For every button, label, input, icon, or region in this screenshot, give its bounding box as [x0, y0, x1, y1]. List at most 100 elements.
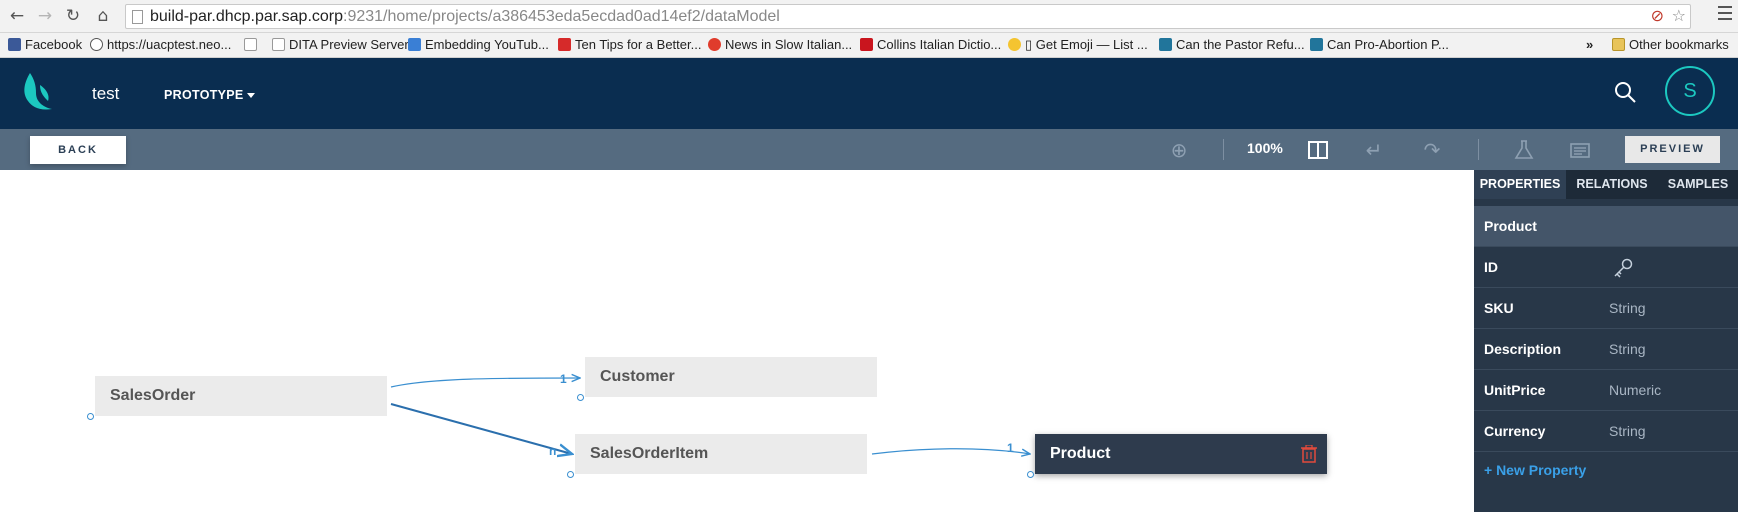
bookmark-label: https://uacptest.neo... [107, 37, 232, 52]
bookmark-item[interactable]: Facebook [8, 36, 82, 54]
flask-icon[interactable] [1512, 138, 1536, 162]
bookmark-item[interactable]: https://uacptest.neo... [90, 36, 231, 54]
property-type: String [1609, 423, 1646, 439]
tab-properties[interactable]: PROPERTIES [1474, 170, 1566, 199]
bookmark-item[interactable]: DITA Preview Server [272, 36, 409, 54]
star-icon[interactable]: ☆ [1672, 6, 1686, 25]
entity-node[interactable]: SalesOrder [95, 376, 387, 416]
data-model-canvas[interactable]: 1 n 1 SalesOrder Customer SalesOrderItem… [0, 170, 1474, 512]
app-logo-icon[interactable] [18, 71, 58, 113]
add-icon[interactable]: ⊕ [1167, 138, 1191, 162]
tab-samples[interactable]: SAMPLES [1658, 170, 1738, 199]
url-host: build-par.dhcp.par.sap.corp [150, 8, 344, 25]
reload-icon[interactable]: ↻ [62, 5, 84, 27]
bookmark-item[interactable]: ▯ Get Emoji — List ... [1008, 36, 1148, 54]
cardinality-label: n [549, 444, 556, 458]
eye-icon [90, 38, 103, 51]
bookmark-item[interactable]: Ten Tips for a Better... [558, 36, 701, 54]
bookmark-item[interactable]: News in Slow Italian... [708, 36, 852, 54]
preview-button[interactable]: PREVIEW [1625, 136, 1720, 163]
property-row[interactable]: Currency String [1474, 411, 1738, 452]
trash-icon[interactable] [1301, 445, 1317, 463]
bookmark-label: Can Pro-Abortion P... [1327, 37, 1449, 52]
toolbar-divider [1478, 139, 1479, 160]
property-name: UnitPrice [1484, 382, 1546, 398]
project-name: test [92, 84, 120, 103]
blocked-content-icon[interactable]: ⊘ [1651, 6, 1664, 25]
bookmark-label: Ten Tips for a Better... [575, 37, 702, 52]
zoom-level[interactable]: 100% [1247, 140, 1283, 156]
wordpress-icon [1310, 38, 1323, 51]
data-icon[interactable] [1568, 138, 1592, 162]
emoji-icon [1008, 38, 1021, 51]
other-bookmarks[interactable]: Other bookmarks [1612, 36, 1729, 54]
property-name: Description [1484, 341, 1562, 357]
url-field[interactable]: build-par.dhcp.par.sap.corp:9231/home/pr… [125, 4, 1691, 29]
cardinality-label: 1 [560, 372, 567, 386]
undo-icon[interactable]: ↵ [1362, 138, 1386, 162]
layout-toggle-icon[interactable] [1306, 138, 1330, 162]
search-icon[interactable] [1613, 80, 1637, 104]
bookmark-item[interactable]: Can Pro-Abortion P... [1310, 36, 1449, 54]
folder-icon [1612, 38, 1625, 51]
tab-relations[interactable]: RELATIONS [1566, 170, 1658, 199]
home-icon[interactable]: ⌂ [92, 5, 114, 27]
key-icon [1614, 258, 1633, 278]
collins-icon [860, 38, 873, 51]
entity-name: Product [1050, 445, 1111, 462]
wordpress-icon [1159, 38, 1172, 51]
bookmarks-overflow-button[interactable]: » [1586, 36, 1593, 54]
page-icon [272, 38, 285, 51]
connector-handle[interactable] [1027, 471, 1034, 478]
connector-handle[interactable] [577, 394, 584, 401]
bookmark-label: ▯ Get Emoji — List ... [1025, 37, 1148, 52]
avatar[interactable]: S [1665, 66, 1715, 116]
sap-icon [408, 38, 421, 51]
property-row[interactable]: Description String [1474, 329, 1738, 370]
panel-tabs: PROPERTIES RELATIONS SAMPLES [1474, 170, 1738, 199]
connector-handle[interactable] [87, 413, 94, 420]
relation-line[interactable] [390, 403, 572, 454]
entity-node-selected[interactable]: Product [1035, 434, 1327, 474]
property-row[interactable]: SKU String [1474, 288, 1738, 329]
entity-node[interactable]: Customer [585, 357, 877, 397]
bookmark-label: Can the Pastor Refu... [1176, 37, 1305, 52]
property-type: Numeric [1609, 382, 1662, 398]
url-path: :9231/home/projects/a386453eda5ecdad0ad1… [343, 8, 780, 25]
prototype-menu[interactable]: PROTOTYPE [164, 88, 244, 102]
forward-icon[interactable]: → [34, 5, 56, 27]
bookmark-item[interactable]: Can the Pastor Refu... [1159, 36, 1305, 54]
property-type: String [1609, 300, 1646, 316]
relation-line[interactable] [390, 378, 580, 388]
property-name: SKU [1484, 300, 1514, 316]
cardinality-label: 1 [1007, 441, 1014, 455]
app-header: test PROTOTYPE S [0, 58, 1738, 129]
editor-toolbar: BACK ⊕ 100% ↵ ↷ PREVIEW [0, 129, 1738, 170]
back-icon[interactable]: ← [6, 5, 28, 27]
toolbar-divider [1223, 139, 1224, 160]
bookmark-label: Other bookmarks [1629, 37, 1729, 52]
bookmark-label: Embedding YouTub... [425, 37, 549, 52]
property-row[interactable]: ID [1474, 247, 1738, 288]
entity-title: Product [1484, 218, 1537, 234]
bookmark-label: Collins Italian Dictio... [877, 37, 1002, 52]
chevron-down-icon[interactable] [247, 93, 255, 98]
bookmark-label: News in Slow Italian... [725, 37, 853, 52]
url-text: build-par.dhcp.par.sap.corp:9231/home/pr… [150, 8, 780, 26]
bookmark-item[interactable] [244, 36, 261, 54]
entity-title-row[interactable]: Product [1474, 206, 1738, 247]
bookmark-label: Facebook [25, 37, 83, 52]
menu-icon[interactable] [1718, 6, 1732, 24]
back-button[interactable]: BACK [30, 136, 126, 164]
rss-icon [708, 38, 721, 51]
redo-icon[interactable]: ↷ [1420, 138, 1444, 162]
bookmark-item[interactable]: Embedding YouTub... [408, 36, 549, 54]
entity-node[interactable]: SalesOrderItem [575, 434, 867, 474]
new-property-link[interactable]: + New Property [1484, 462, 1586, 478]
page-icon [132, 10, 143, 24]
property-row[interactable]: UnitPrice Numeric [1474, 370, 1738, 411]
property-name: ID [1484, 259, 1498, 275]
page-icon [244, 38, 257, 51]
bookmark-item[interactable]: Collins Italian Dictio... [860, 36, 1001, 54]
connector-handle[interactable] [567, 471, 574, 478]
